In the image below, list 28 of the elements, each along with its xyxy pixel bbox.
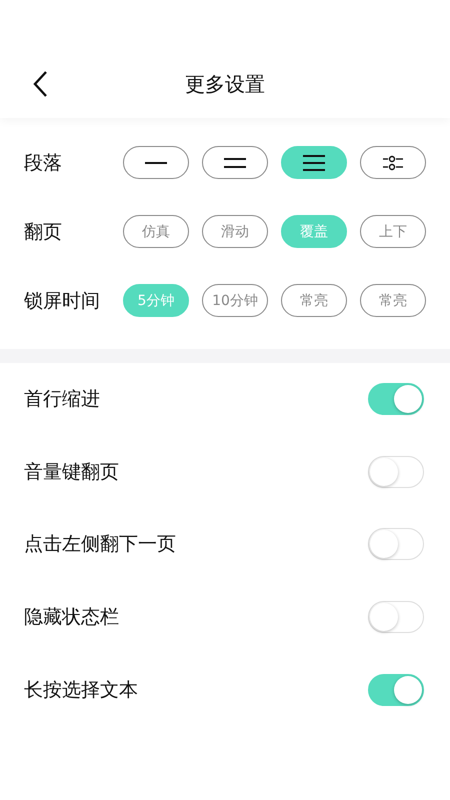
toggle-switch[interactable] [368,528,424,560]
toggle-switch[interactable] [368,456,424,488]
toggle-switch[interactable] [368,674,424,706]
option-button[interactable]: 滑动 [202,215,268,248]
option-button[interactable] [360,146,426,179]
triple-line-icon [303,154,325,172]
option-button[interactable] [202,146,268,179]
setting-label: 隐藏状态栏 [24,605,119,630]
option-button[interactable]: 10分钟 [202,284,268,317]
sliders-icon [383,154,403,170]
setting-label: 点击左侧翻下一页 [24,532,176,558]
setting-label: 翻页 [24,220,63,244]
option-button[interactable]: 仿真 [123,215,189,248]
setting-label: 长按选择文本 [24,678,138,703]
single-line-icon [145,160,167,164]
double-line-icon [224,156,246,168]
toggle-switch[interactable] [368,383,424,416]
setting-label: 首行缩进 [24,387,100,412]
option-button[interactable] [123,146,189,179]
option-button[interactable] [281,146,347,179]
setting-label: 锁屏时间 [24,288,101,314]
option-button[interactable]: 常亮 [360,284,426,317]
page-title: 更多设置 [185,70,265,98]
option-button[interactable]: 常亮 [281,284,347,317]
toggle-switch[interactable] [368,601,424,634]
option-button[interactable]: 上下 [360,215,426,248]
setting-label: 段落 [24,150,63,176]
setting-label: 音量键翻页 [24,460,119,485]
